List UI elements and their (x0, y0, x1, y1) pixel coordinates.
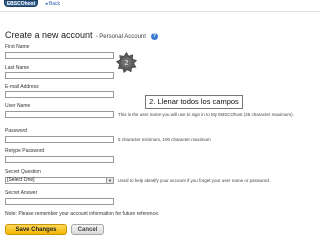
top-divider (0, 11, 320, 12)
secret-answer-label: Secret Answer (5, 190, 38, 196)
step-marker-badge: 2 (116, 52, 137, 73)
page-header: Create a new account - Personal Account … (5, 30, 158, 41)
form-note: Note: Please remember your account infor… (5, 211, 160, 217)
password-label: Password (5, 128, 27, 134)
cancel-button[interactable]: Cancel (71, 224, 104, 235)
back-link[interactable]: ◂ Back (45, 1, 60, 8)
last-name-input[interactable] (5, 72, 114, 79)
user-name-hint: This is the user name you will use to si… (118, 112, 294, 117)
page-subtitle: - Personal Account (95, 34, 146, 40)
password-hint: 5 character minimum, 100 character maxim… (118, 137, 211, 142)
save-changes-button[interactable]: Save Changes (5, 224, 67, 235)
user-name-input[interactable] (5, 111, 114, 118)
chevron-down-icon[interactable]: ▼ (106, 178, 113, 183)
step-callout: 2. Llenar todos los campos (145, 95, 243, 109)
retype-password-label: Retype Password (5, 148, 45, 154)
first-name-label: First Name (5, 44, 30, 50)
secret-question-label: Secret Question (5, 169, 41, 175)
last-name-label: Last Name (5, 65, 30, 71)
page-title: Create a new account (5, 30, 93, 40)
step-marker-number: 2 (125, 60, 129, 67)
secret-question-hint: Used to help identify your account if yo… (118, 178, 271, 183)
ebscohost-logo[interactable]: EBSCOhost (4, 0, 38, 7)
secret-answer-input[interactable] (5, 198, 114, 205)
email-input[interactable] (5, 91, 114, 98)
email-label: E-mail Address (5, 84, 39, 90)
first-name-input[interactable] (5, 52, 114, 59)
secret-question-selected-value: [Select One] (7, 177, 35, 183)
user-name-label: User Name (5, 103, 31, 109)
help-icon[interactable]: ? (150, 33, 158, 40)
password-input[interactable] (5, 136, 114, 143)
retype-password-input[interactable] (5, 156, 114, 163)
secret-question-select[interactable]: [Select One] ▼ (5, 177, 114, 184)
